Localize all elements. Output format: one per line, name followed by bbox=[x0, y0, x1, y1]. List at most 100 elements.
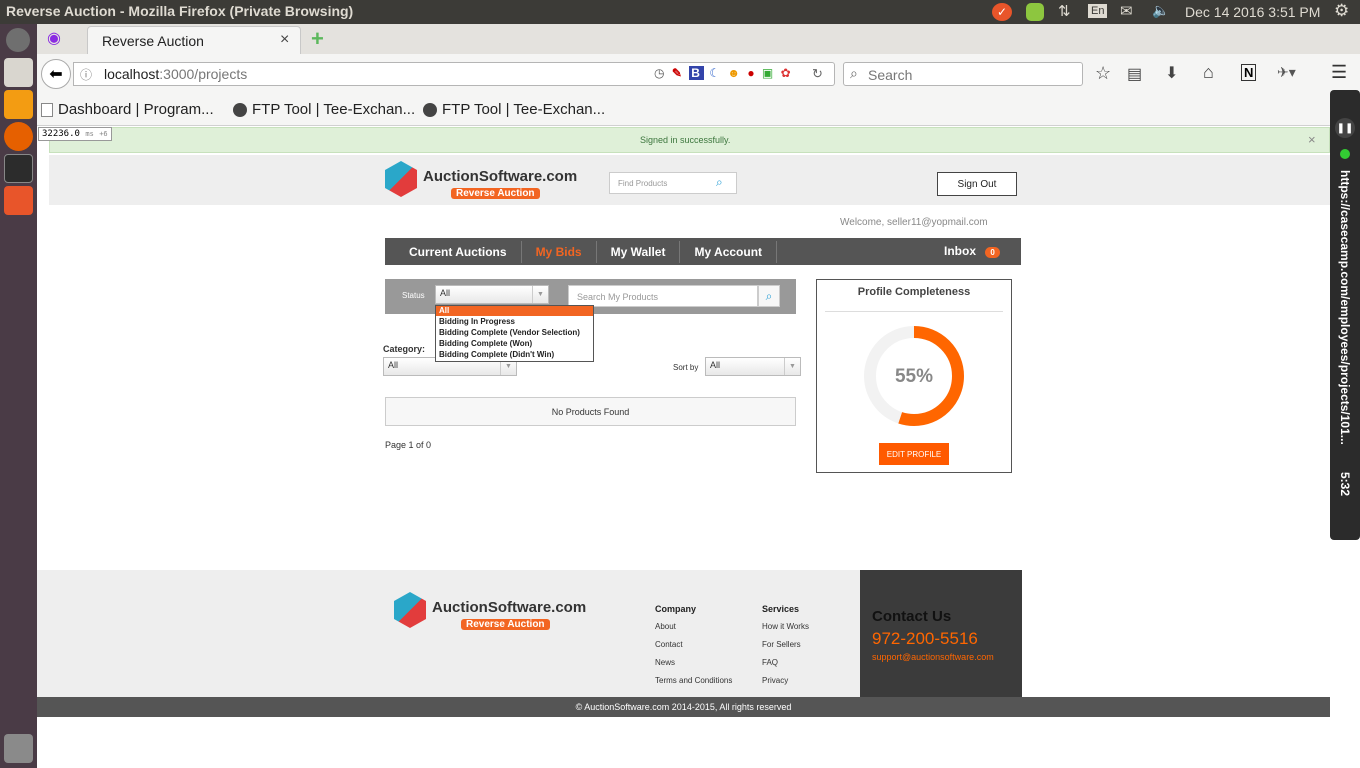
todo-indicator-icon[interactable]: ✓ bbox=[992, 3, 1012, 21]
main-nav: Current Auctions My Bids My Wallet My Ac… bbox=[385, 238, 1021, 265]
close-tab-icon[interactable]: × bbox=[280, 31, 289, 49]
search-icon[interactable]: ⌕ bbox=[716, 175, 723, 190]
contact-email[interactable]: support@auctionsoftware.com bbox=[872, 652, 994, 662]
category-label: Category: bbox=[383, 344, 426, 354]
bookmark-star-icon[interactable]: ☆ bbox=[1095, 63, 1111, 84]
chat-indicator-icon[interactable] bbox=[1026, 3, 1044, 21]
sort-select[interactable]: All ▼ bbox=[705, 357, 801, 376]
home-icon[interactable]: ⌂ bbox=[1203, 62, 1214, 83]
downloads-icon[interactable]: ⬇ bbox=[1165, 63, 1178, 83]
contact-phone[interactable]: 972-200-5516 bbox=[872, 629, 978, 649]
status-option[interactable]: Bidding In Progress bbox=[436, 316, 593, 327]
chevron-down-icon: ▼ bbox=[532, 286, 548, 303]
files-icon[interactable] bbox=[4, 58, 33, 87]
footer-logo[interactable]: AuctionSoftware.com Reverse Auction bbox=[394, 591, 604, 633]
url-path: :3000/projects bbox=[159, 66, 248, 82]
settings-gear-icon[interactable]: ⚙ bbox=[1334, 1, 1349, 21]
terminal-icon[interactable] bbox=[4, 154, 33, 183]
footer-link-terms[interactable]: Terms and Conditions bbox=[655, 676, 732, 685]
footer-link-how-it-works[interactable]: How it Works bbox=[762, 622, 809, 631]
bookmark-site-icon bbox=[423, 102, 437, 117]
todo-app-icon[interactable] bbox=[4, 186, 33, 215]
profile-title: Profile Completeness bbox=[857, 286, 971, 298]
nav-my-account[interactable]: My Account bbox=[680, 240, 778, 263]
nav-current-auctions[interactable]: Current Auctions bbox=[395, 240, 522, 263]
keyboard-layout[interactable]: En bbox=[1088, 4, 1108, 18]
flash-close-button[interactable]: × bbox=[1308, 132, 1316, 147]
mail-icon[interactable]: ✉ bbox=[1120, 2, 1133, 20]
page-content: Signed in successfully. × AuctionSoftwar… bbox=[37, 127, 1330, 768]
welcome-text: Welcome, seller11@yopmail.com bbox=[840, 217, 988, 228]
bookmark-item[interactable]: FTP Tool | Tee-Exchan... bbox=[423, 101, 605, 118]
firefox-icon[interactable] bbox=[4, 122, 33, 151]
sort-label: Sort by bbox=[673, 363, 699, 372]
pagination-text: Page 1 of 0 bbox=[385, 440, 432, 450]
tab-bar: ◉ Reverse Auction × + bbox=[37, 24, 1360, 54]
completeness-percent: 55% bbox=[894, 366, 934, 387]
bookmark-item[interactable]: FTP Tool | Tee-Exchan... bbox=[233, 101, 415, 118]
recording-time: 5:32 bbox=[1338, 472, 1352, 497]
footer-link-news[interactable]: News bbox=[655, 658, 675, 667]
nav-my-wallet[interactable]: My Wallet bbox=[597, 240, 681, 263]
tab-reverse-auction[interactable]: Reverse Auction × bbox=[87, 26, 301, 54]
sign-out-button[interactable]: Sign Out bbox=[937, 172, 1017, 196]
extension-bug-icon[interactable]: ✈▾ bbox=[1277, 64, 1296, 81]
flash-text: Signed in successfully. bbox=[640, 135, 731, 145]
pause-button[interactable]: ❚❚ bbox=[1335, 118, 1355, 138]
network-icon[interactable]: ⇅ bbox=[1058, 2, 1071, 20]
reading-list-icon[interactable]: ▤ bbox=[1127, 64, 1142, 84]
reload-icon[interactable]: ↻ bbox=[812, 66, 823, 82]
bookmark-site-icon bbox=[233, 102, 247, 117]
chevron-down-icon: ▼ bbox=[784, 358, 800, 375]
footer-link-contact[interactable]: Contact bbox=[655, 640, 683, 649]
flash-message: Signed in successfully. × bbox=[49, 127, 1330, 153]
footer-link-about[interactable]: About bbox=[655, 622, 676, 631]
logo-text: AuctionSoftware.com bbox=[432, 599, 587, 616]
info-icon[interactable]: ⓘ bbox=[80, 66, 92, 83]
footer-link-faq[interactable]: FAQ bbox=[762, 658, 778, 667]
url-bar[interactable]: ⓘ localhost:3000/projects ◷ ✎ B ☾ ☻ ● ▣ … bbox=[73, 62, 835, 86]
addon-icons[interactable]: ◷ ✎ B ☾ ☻ ● ▣ ✿ bbox=[654, 66, 793, 80]
recording-url: https://casecamp.com/employees/projects/… bbox=[1338, 170, 1352, 445]
footer-company-title: Company bbox=[655, 604, 697, 614]
status-option[interactable]: Bidding Complete (Vendor Selection) bbox=[436, 327, 593, 338]
volume-icon[interactable]: 🔈 bbox=[1152, 2, 1169, 19]
navigation-toolbar: ⬅ ⓘ localhost:3000/projects ◷ ✎ B ☾ ☻ ● … bbox=[37, 54, 1360, 94]
page-icon bbox=[41, 102, 53, 117]
tab-title: Reverse Auction bbox=[102, 33, 204, 49]
contact-title: Contact Us bbox=[872, 608, 952, 625]
trash-icon[interactable] bbox=[4, 734, 33, 763]
logo-mark-icon bbox=[385, 161, 417, 197]
footer-services-title: Services bbox=[762, 604, 800, 614]
footer-link-privacy[interactable]: Privacy bbox=[762, 676, 788, 685]
edit-profile-button[interactable]: EDIT PROFILE bbox=[879, 443, 949, 465]
bookmark-item[interactable]: Dashboard | Program... bbox=[41, 101, 214, 118]
clock[interactable]: Dec 14 2016 3:51 PM bbox=[1185, 4, 1320, 20]
footer-link-for-sellers[interactable]: For Sellers bbox=[762, 640, 801, 649]
search-my-products-input[interactable]: Search My Products bbox=[568, 285, 758, 307]
nav-my-bids[interactable]: My Bids bbox=[522, 240, 597, 263]
logo-subtitle: Reverse Auction bbox=[451, 188, 540, 199]
logo-text: AuctionSoftware.com bbox=[423, 168, 578, 185]
new-tab-icon[interactable]: + bbox=[311, 26, 324, 52]
back-button[interactable]: ⬅ bbox=[41, 59, 71, 89]
status-option[interactable]: Bidding Complete (Won) bbox=[436, 338, 593, 349]
search-input[interactable]: ⌕ Search bbox=[843, 62, 1083, 86]
empty-results-box: No Products Found bbox=[385, 397, 796, 426]
status-option[interactable]: Bidding Complete (Didn't Win) bbox=[436, 349, 593, 360]
status-select[interactable]: All ▼ bbox=[435, 285, 549, 304]
find-products-input[interactable]: Find Products ⌕ bbox=[609, 172, 737, 194]
footer bbox=[37, 570, 860, 697]
find-products-placeholder: Find Products bbox=[618, 179, 668, 188]
launcher bbox=[0, 24, 37, 768]
extension-n-icon[interactable]: N bbox=[1241, 64, 1257, 81]
site-logo[interactable]: AuctionSoftware.com Reverse Auction bbox=[385, 160, 595, 202]
nav-inbox[interactable]: Inbox 0 bbox=[944, 244, 1000, 258]
sublime-icon[interactable] bbox=[4, 90, 33, 119]
window-title: Reverse Auction - Mozilla Firefox (Priva… bbox=[6, 3, 354, 19]
status-option[interactable]: All bbox=[436, 306, 593, 316]
dash-icon[interactable] bbox=[6, 28, 30, 52]
search-products-button[interactable]: ⌕ bbox=[758, 285, 780, 307]
timer-badge: 32236.0 ms +6 bbox=[38, 127, 112, 141]
menu-icon[interactable]: ☰ bbox=[1331, 62, 1347, 83]
